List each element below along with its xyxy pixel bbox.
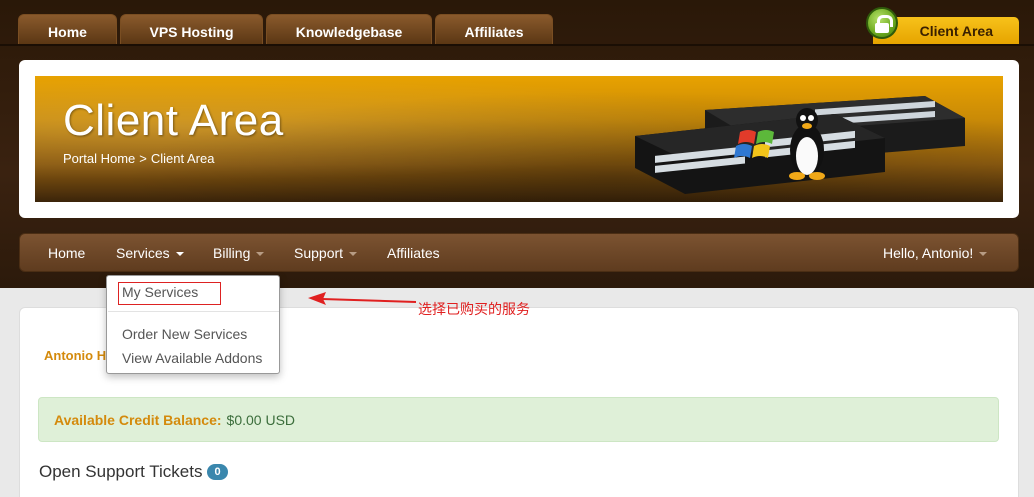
breadcrumb-current: Client Area <box>150 151 215 166</box>
caret-down-icon <box>256 251 265 256</box>
page-title: Client Area <box>63 96 284 145</box>
nav-support[interactable]: Support <box>294 234 358 271</box>
caret-down-icon <box>349 251 358 256</box>
annotation-note: 选择已购买的服务 <box>418 302 530 318</box>
menu-item-my-services[interactable]: My Services <box>122 284 198 300</box>
top-tab-affiliates[interactable]: Affiliates <box>435 14 553 44</box>
banner: Client Area Portal Home > Client Area <box>35 76 1003 202</box>
credit-balance-value: $0.00 USD <box>226 411 296 428</box>
tickets-count-badge: 0 <box>207 464 228 480</box>
nav-user-label: Hello, Antonio! <box>883 244 974 261</box>
nav-user-menu[interactable]: Hello, Antonio! <box>883 234 988 271</box>
top-tab-home[interactable]: Home <box>18 14 117 44</box>
nav-billing-label: Billing <box>213 244 251 261</box>
breadcrumb-separator: > <box>139 151 147 166</box>
top-tab-vps-hosting[interactable]: VPS Hosting <box>120 14 263 44</box>
nav-affiliates[interactable]: Affiliates <box>387 234 440 271</box>
nav-billing[interactable]: Billing <box>213 234 265 271</box>
menu-divider <box>108 311 279 312</box>
account-name: Antonio H <box>44 348 107 363</box>
nav-home[interactable]: Home <box>48 234 85 271</box>
open-tickets-heading: Open Support Tickets 0 <box>39 462 228 482</box>
menu-item-order-new-services[interactable]: Order New Services <box>122 326 247 342</box>
main-navbar: Home Services Billing Support Affiliates… <box>19 233 1019 272</box>
lock-icon <box>866 7 898 39</box>
credit-balance-label: Available Credit Balance: <box>54 411 222 428</box>
breadcrumb-portal-home[interactable]: Portal Home <box>63 151 135 166</box>
caret-down-icon <box>979 251 988 256</box>
services-dropdown-menu: My Services Order New Services View Avai… <box>106 275 280 374</box>
credit-balance-alert: Available Credit Balance: $0.00 USD <box>38 397 999 442</box>
nav-services-label: Services <box>116 244 170 261</box>
caret-down-icon <box>175 251 184 256</box>
top-tab-bar: Home VPS Hosting Knowledgebase Affiliate… <box>18 14 553 44</box>
breadcrumb: Portal Home > Client Area <box>63 151 214 166</box>
top-tab-knowledgebase[interactable]: Knowledgebase <box>266 14 432 44</box>
annotation-arrow-icon <box>308 292 417 305</box>
menu-item-view-addons[interactable]: View Available Addons <box>122 350 262 366</box>
top-divider <box>0 44 1034 46</box>
network-switch-illustration <box>635 96 965 194</box>
nav-services[interactable]: Services <box>116 234 184 271</box>
open-tickets-label: Open Support Tickets <box>39 462 203 481</box>
nav-support-label: Support <box>294 244 344 261</box>
